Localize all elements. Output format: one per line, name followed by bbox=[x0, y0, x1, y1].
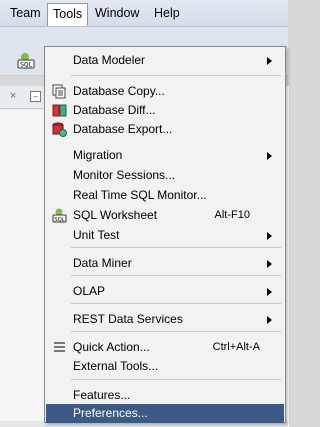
menu-item-database-diff[interactable]: Database Diff... bbox=[46, 101, 284, 120]
submenu-arrow-icon bbox=[267, 57, 272, 65]
menu-item-quick-action[interactable]: Quick Action... Ctrl+Alt-A bbox=[46, 338, 284, 357]
menu-item-migration[interactable]: Migration bbox=[46, 146, 284, 165]
menu-team[interactable]: Team bbox=[6, 5, 45, 21]
menu-item-accelerator: Alt-F10 bbox=[214, 209, 250, 221]
menu-item-database-export[interactable]: Database Export... bbox=[46, 120, 284, 139]
menu-window[interactable]: Window bbox=[91, 5, 143, 21]
menu-item-label: Data Miner bbox=[73, 256, 132, 270]
database-diff-icon bbox=[52, 104, 67, 117]
menu-item-data-miner[interactable]: Data Miner bbox=[46, 254, 284, 273]
menu-item-rest-data-services[interactable]: REST Data Services bbox=[46, 310, 284, 329]
menu-separator bbox=[71, 331, 281, 332]
menu-item-olap[interactable]: OLAP bbox=[46, 282, 284, 301]
menu-item-sql-worksheet[interactable]: SQL SQL Worksheet Alt-F10 bbox=[46, 206, 284, 225]
tools-menu: Data Modeler Database Copy... Database D… bbox=[44, 46, 286, 423]
menu-item-external-tools[interactable]: External Tools... bbox=[46, 357, 284, 376]
menu-separator bbox=[71, 247, 281, 248]
menu-item-label: OLAP bbox=[73, 284, 106, 298]
menu-item-database-copy[interactable]: Database Copy... bbox=[46, 82, 284, 101]
database-export-icon bbox=[52, 122, 67, 137]
menu-separator bbox=[71, 379, 281, 380]
submenu-arrow-icon bbox=[267, 232, 272, 240]
menu-item-monitor-sessions[interactable]: Monitor Sessions... bbox=[46, 166, 284, 185]
menu-item-label: External Tools... bbox=[73, 359, 159, 373]
quick-action-icon bbox=[54, 342, 65, 352]
submenu-arrow-icon bbox=[267, 316, 272, 324]
menu-item-data-modeler[interactable]: Data Modeler bbox=[46, 51, 284, 70]
menu-item-label: Unit Test bbox=[73, 228, 120, 242]
menu-item-label: Real Time SQL Monitor... bbox=[73, 188, 207, 202]
sql-worksheet-icon: SQL bbox=[52, 208, 67, 223]
svg-text:SQL: SQL bbox=[55, 217, 65, 223]
minimize-icon[interactable]: – bbox=[30, 91, 41, 102]
menu-item-label: Quick Action... bbox=[73, 340, 150, 354]
menu-item-label: Monitor Sessions... bbox=[73, 168, 176, 182]
menu-item-unit-test[interactable]: Unit Test bbox=[46, 226, 284, 245]
menu-item-label: SQL Worksheet bbox=[73, 208, 158, 222]
menu-tools[interactable]: Tools bbox=[47, 3, 89, 26]
menu-item-preferences[interactable]: Preferences... bbox=[46, 404, 284, 423]
svg-text:SQL: SQL bbox=[20, 62, 33, 69]
submenu-arrow-icon bbox=[267, 260, 272, 268]
menu-separator bbox=[71, 303, 281, 304]
submenu-arrow-icon bbox=[267, 152, 272, 160]
menu-item-label: Database Diff... bbox=[73, 103, 156, 117]
menu-item-label: Data Modeler bbox=[73, 53, 146, 67]
menu-item-label: Features... bbox=[73, 388, 131, 402]
navigator-panel: × – bbox=[0, 86, 45, 427]
menu-item-accelerator: Ctrl+Alt-A bbox=[212, 341, 260, 353]
menu-item-real-time-sql-monitor[interactable]: Real Time SQL Monitor... bbox=[46, 186, 284, 205]
menu-item-label: Migration bbox=[73, 148, 123, 162]
menu-separator bbox=[71, 75, 281, 76]
menu-item-label: Preferences... bbox=[73, 406, 148, 420]
navigator-tabbar: × – bbox=[0, 86, 44, 109]
menu-help[interactable]: Help bbox=[150, 5, 184, 21]
menu-item-label: Database Export... bbox=[73, 122, 173, 136]
menu-item-label: Database Copy... bbox=[73, 84, 165, 98]
submenu-arrow-icon bbox=[267, 288, 272, 296]
close-icon[interactable]: × bbox=[10, 90, 16, 102]
sql-worksheet-toolbar-icon[interactable]: SQL bbox=[16, 52, 36, 69]
menu-item-label: REST Data Services bbox=[73, 312, 183, 326]
menu-item-features[interactable]: Features... bbox=[46, 386, 284, 405]
database-copy-icon bbox=[52, 84, 66, 99]
menu-separator bbox=[71, 275, 281, 276]
menu-bar: Team Tools Window Help bbox=[0, 0, 288, 27]
